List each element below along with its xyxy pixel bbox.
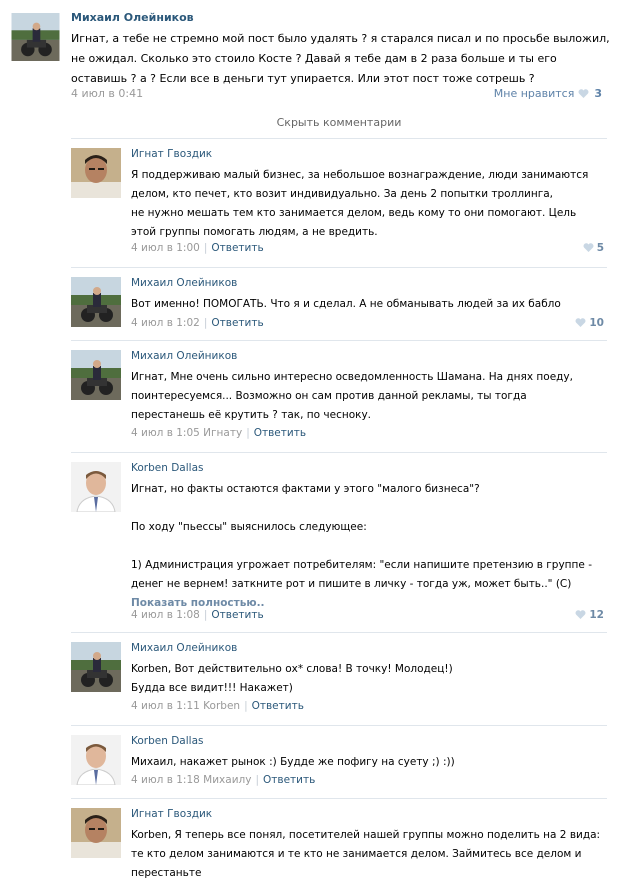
comment-text-body: Игнат, но факты остаются фактами у этого… (131, 483, 592, 590)
comment-meta: 4 июл в 1:18 Михаилу | Ответить (131, 774, 316, 786)
comment: Михаил Олейников Korben, Вот действитель… (71, 632, 607, 726)
comment-text: Korben, Я теперь все понял, посетителей … (131, 829, 601, 879)
comment: Korben Dallas Игнат, но факты остаются ф… (71, 452, 607, 633)
avatar[interactable] (71, 462, 121, 512)
comment-like-button[interactable]: 5 (583, 242, 604, 254)
comment-meta: 4 июл в 1:00 | Ответить (131, 242, 264, 254)
comment-like-button[interactable]: 10 (575, 317, 604, 329)
post-date[interactable]: 4 июл в 0:41 (71, 87, 143, 100)
reply-link[interactable]: Ответить (252, 700, 304, 712)
comment-text: Михаил, накажет рынок :) Будде же пофигу… (131, 756, 455, 768)
comment-like-count: 12 (589, 609, 604, 621)
show-more-link[interactable]: Показать полностью.. (131, 597, 265, 609)
comment-text: Игнат, Мне очень сильно интересно осведо… (131, 371, 573, 421)
post-author[interactable]: Михаил Олейников (71, 11, 194, 24)
hide-comments-link[interactable]: Скрыть комментарии (71, 108, 607, 139)
comment-like-count: 10 (589, 317, 604, 329)
comment-meta: 4 июл в 1:08 | Ответить (131, 609, 264, 621)
avatar[interactable] (71, 277, 121, 327)
comment-date[interactable]: 4 июл в 1:02 (131, 317, 200, 329)
comment-text: Korben, Вот действительно ох* слова! В т… (131, 663, 453, 694)
heart-icon (575, 318, 586, 327)
comment-text: Вот именно! ПОМОГАТЬ. Что я и сделал. А … (131, 298, 561, 310)
like-count: 3 (594, 87, 602, 100)
avatar[interactable] (71, 735, 121, 785)
comment-date[interactable]: 4 июл в 1:18 Михаилу (131, 774, 251, 786)
like-button[interactable]: Мне нравится 3 (494, 87, 602, 100)
comment-author[interactable]: Korben Dallas (131, 735, 203, 747)
post-text: Игнат, а тебе не стремно мой пост было у… (71, 32, 610, 85)
comment-date[interactable]: 4 июл в 1:11 Korben (131, 700, 240, 712)
reply-link[interactable]: Ответить (211, 609, 263, 621)
heart-icon (578, 89, 589, 98)
comment: Игнат Гвоздик Korben, Я теперь все понял… (71, 798, 607, 879)
comment-author[interactable]: Михаил Олейников (131, 350, 237, 362)
comment-like-count: 5 (596, 242, 604, 254)
comment-date[interactable]: 4 июл в 1:08 (131, 609, 200, 621)
comment-date[interactable]: 4 июл в 1:00 (131, 242, 200, 254)
comment-date[interactable]: 4 июл в 1:05 Игнату (131, 427, 242, 439)
reply-link[interactable]: Ответить (254, 427, 306, 439)
heart-icon (583, 243, 594, 252)
like-label: Мне нравится (493, 87, 575, 100)
comment: Михаил Олейников Игнат, Мне очень сильно… (71, 340, 607, 453)
comment-text: Игнат, но факты остаются фактами у этого… (131, 480, 601, 613)
comment: Михаил Олейников Вот именно! ПОМОГАТЬ. Ч… (71, 267, 607, 341)
comment: Korben Dallas Михаил, накажет рынок :) Б… (71, 725, 607, 799)
comment-text: Я поддерживаю малый бизнес, за небольшое… (131, 169, 589, 238)
comment-like-button[interactable]: 12 (575, 609, 604, 621)
reply-link[interactable]: Ответить (211, 242, 263, 254)
avatar[interactable] (71, 148, 121, 198)
avatar[interactable] (71, 808, 121, 858)
comment: Игнат Гвоздик Я поддерживаю малый бизнес… (71, 138, 607, 268)
reply-link[interactable]: Ответить (211, 317, 263, 329)
avatar[interactable] (10, 13, 61, 61)
wall-post: Михаил Олейников Игнат, а тебе не стремн… (0, 0, 630, 108)
comment-author[interactable]: Игнат Гвоздик (131, 808, 212, 820)
reply-link[interactable]: Ответить (263, 774, 315, 786)
comment-author[interactable]: Михаил Олейников (131, 642, 237, 654)
avatar[interactable] (71, 350, 121, 400)
comment-meta: 4 июл в 1:11 Korben | Ответить (131, 700, 304, 712)
heart-icon (575, 610, 586, 619)
comment-meta: 4 июл в 1:05 Игнату | Ответить (131, 427, 307, 439)
avatar[interactable] (71, 642, 121, 692)
comment-author[interactable]: Михаил Олейников (131, 277, 237, 289)
comment-author[interactable]: Игнат Гвоздик (131, 148, 212, 160)
comment-meta: 4 июл в 1:02 | Ответить (131, 317, 264, 329)
comment-author[interactable]: Korben Dallas (131, 462, 203, 474)
